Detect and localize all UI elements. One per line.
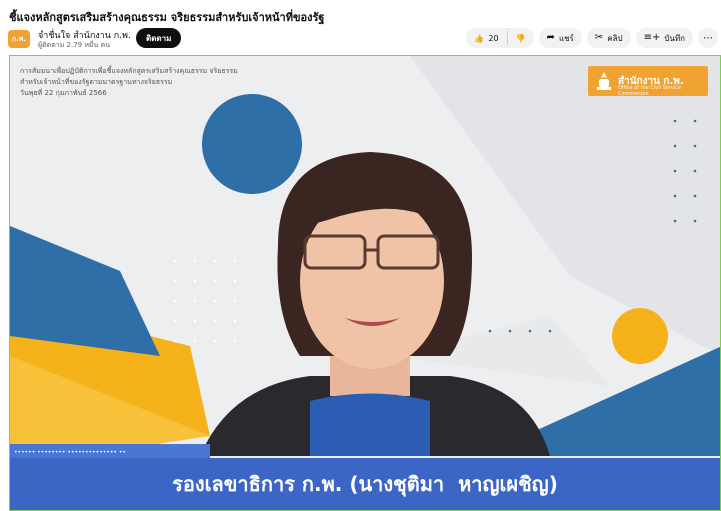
- channel-row: ก.พ. จำชื่นใจ สำนักงาน ก.พ. ผู้ติดตาม 2.…: [8, 28, 718, 52]
- save-button[interactable]: ≡+ บันทึก: [635, 28, 693, 48]
- thumbs-down-icon: 👎: [515, 33, 526, 43]
- like-count: 20: [488, 33, 499, 43]
- share-icon: ➦: [546, 32, 555, 43]
- overlay-line-1: การสัมมนาเพื่อปฏิบัติการเพื่อชี้แจงหลักส…: [20, 67, 238, 75]
- overlay-line-2: สำหรับเจ้าหน้าที่ของรัฐตามมาตรฐานทางจริย…: [20, 78, 173, 86]
- video-background-graphics: [10, 56, 720, 466]
- dislike-button[interactable]: 👎: [508, 28, 534, 48]
- name-caption-bar: รองเลขาธิการ ก.พ. (นางชุติมา หาญเผชิญ): [10, 458, 720, 510]
- lower-strip-text: •••••• •••••••• •••••••••••••• ••: [14, 449, 126, 456]
- overlay-line-3: วันพุธที่ 22 กุมภาพันธ์ 2566: [20, 89, 107, 97]
- scissors-icon: ✂: [594, 32, 604, 43]
- more-button[interactable]: ⋯: [698, 28, 718, 48]
- video-title: ชี้แจงหลักสูตรเสริมสร้างคุณธรรม จริยธรรม…: [9, 11, 325, 24]
- video-overlay-header: การสัมมนาเพื่อปฏิบัติการเพื่อชี้แจงหลักส…: [20, 66, 238, 99]
- save-label: บันทึก: [664, 33, 685, 43]
- ocsc-emblem-icon: [597, 72, 611, 90]
- ocsc-logo: สำนักงาน ก.พ. Office of the Civil Servic…: [588, 66, 708, 97]
- thumbs-up-icon: 👍: [474, 33, 485, 43]
- playlist-add-icon: ≡+: [643, 32, 661, 43]
- subscriber-count: ผู้ติดตาม 2.79 หมื่น คน: [38, 41, 111, 49]
- action-bar: 👍 20 👎 ➦ แชร์ ✂ คลิป ≡+ บันทึก ⋯: [466, 28, 718, 48]
- share-button[interactable]: ➦ แชร์: [538, 28, 582, 48]
- subscribe-button[interactable]: ติดตาม: [136, 28, 182, 48]
- video-player[interactable]: การสัมมนาเพื่อปฏิบัติการเพื่อชี้แจงหลักส…: [9, 55, 721, 511]
- name-caption: รองเลขาธิการ ก.พ. (นางชุติมา หาญเผชิญ): [172, 472, 558, 496]
- logo-subtext: Office of the Civil Service Commission: [618, 85, 682, 97]
- clip-label: คลิป: [607, 33, 623, 43]
- clip-button[interactable]: ✂ คลิป: [586, 28, 631, 48]
- channel-avatar[interactable]: ก.พ.: [8, 30, 30, 48]
- like-dislike-group: 👍 20 👎: [466, 28, 534, 48]
- presenter-figure: [200, 152, 550, 456]
- like-button[interactable]: 👍 20: [466, 28, 506, 48]
- share-label: แชร์: [558, 33, 574, 43]
- more-icon: ⋯: [703, 32, 713, 44]
